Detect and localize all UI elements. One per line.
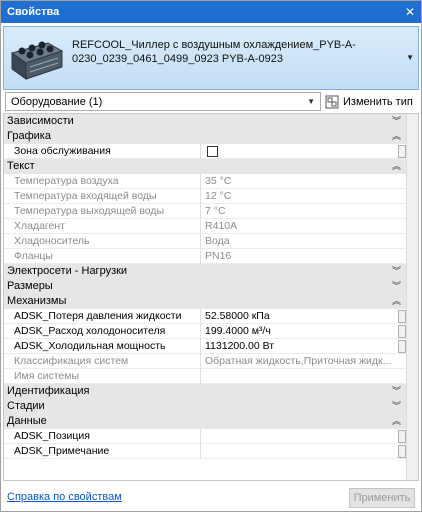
group-text[interactable]: Текст ︽ xyxy=(4,159,406,174)
prop-label: Классификация систем xyxy=(4,354,201,369)
type-selector[interactable]: REFCOOL_Чиллер с воздушным охлаждением_P… xyxy=(3,26,419,90)
prop-value: R410A xyxy=(205,220,238,232)
group-label: Размеры xyxy=(7,280,53,292)
prop-label: ADSK_Расход холодоносителя xyxy=(4,324,201,339)
vertical-scrollbar[interactable] xyxy=(406,114,418,480)
properties-help-link[interactable]: Справка по свойствам xyxy=(7,491,122,503)
group-label: Данные xyxy=(7,415,47,427)
group-label: Идентификация xyxy=(7,385,90,397)
footer: Справка по свойствам Применить xyxy=(1,485,421,511)
prop-value[interactable]: 52.58000 кПа xyxy=(202,309,397,324)
row-tab[interactable] xyxy=(398,145,406,158)
row-tab[interactable] xyxy=(398,310,406,323)
prop-water-out-temp: Температура выходящей воды 7 °C xyxy=(4,204,406,219)
properties-grid: Зависимости ︾ Графика ︽ Зона обслуживани… xyxy=(3,113,419,481)
prop-value: 7 °C xyxy=(205,205,226,217)
chevron-expand-icon: ︾ xyxy=(391,386,401,396)
prop-value xyxy=(202,144,397,159)
group-phasing[interactable]: Стадии ︾ xyxy=(4,399,406,414)
prop-value: Обратная жидкость,Приточная жидк... xyxy=(205,355,392,367)
prop-value: PN16 xyxy=(205,250,232,262)
prop-system-class: Классификация систем Обратная жидкость,П… xyxy=(4,354,406,369)
edit-type-label: Изменить тип xyxy=(343,95,413,108)
chiller-thumbnail-icon xyxy=(10,41,64,80)
prop-label: Температура выходящей воды xyxy=(4,204,201,219)
prop-label: Хладагент xyxy=(4,219,201,234)
instance-filter-value: Оборудование (1) xyxy=(11,95,103,108)
prop-label: Хладоноситель xyxy=(4,234,201,249)
row-tab[interactable] xyxy=(398,430,406,443)
palette-title: Свойства xyxy=(7,6,60,18)
group-data[interactable]: Данные ︽ xyxy=(4,414,406,429)
prop-label: Фланцы xyxy=(4,249,201,264)
service-zone-checkbox[interactable] xyxy=(207,146,218,157)
prop-value xyxy=(202,369,397,384)
prop-label: Температура входящей воды xyxy=(4,189,201,204)
group-label: Механизмы xyxy=(7,295,67,307)
chevron-expand-icon: ︾ xyxy=(391,266,401,276)
instance-filter-select[interactable]: Оборудование (1) ▼ xyxy=(5,92,321,111)
prop-label: Имя системы xyxy=(4,369,201,384)
row-tab[interactable] xyxy=(398,445,406,458)
title-bar: Свойства ✕ xyxy=(1,1,421,23)
prop-value[interactable]: 1131200.00 Вт xyxy=(202,339,397,354)
edit-type-button[interactable]: Изменить тип xyxy=(325,92,419,111)
properties-palette: Свойства ✕ REFCOOL_Чиллер с воздушным ох… xyxy=(0,0,422,512)
prop-coolant: Хладоноситель Вода xyxy=(4,234,406,249)
apply-button[interactable]: Применить xyxy=(349,488,415,508)
prop-value: 12 °C xyxy=(205,190,232,202)
edit-type-icon xyxy=(325,95,339,108)
prop-system-name: Имя системы xyxy=(4,369,406,384)
dropdown-arrow-icon[interactable]: ▼ xyxy=(406,53,414,62)
group-identity[interactable]: Идентификация ︾ xyxy=(4,384,406,399)
chevron-collapse-icon: ︽ xyxy=(391,131,401,141)
prop-refrigerant: Хладагент R410A xyxy=(4,219,406,234)
prop-value: Вода xyxy=(205,235,230,247)
prop-label: Зона обслуживания xyxy=(4,144,201,159)
prop-water-in-temp: Температура входящей воды 12 °C xyxy=(4,189,406,204)
prop-value[interactable] xyxy=(202,444,397,459)
group-label: Графика xyxy=(7,130,51,142)
prop-value: 35 °C xyxy=(205,175,232,187)
prop-service-zone[interactable]: Зона обслуживания xyxy=(4,144,406,159)
prop-flanges: Фланцы PN16 xyxy=(4,249,406,264)
group-graphics[interactable]: Графика ︽ xyxy=(4,129,406,144)
row-tab[interactable] xyxy=(398,325,406,338)
group-label: Зависимости xyxy=(7,115,74,127)
group-label: Электросети - Нагрузки xyxy=(7,265,128,277)
prop-chilled-flow[interactable]: ADSK_Расход холодоносителя 199.4000 м³/ч xyxy=(4,324,406,339)
row-tab[interactable] xyxy=(398,340,406,353)
chevron-down-icon: ▼ xyxy=(307,97,315,106)
chevron-expand-icon: ︾ xyxy=(391,281,401,291)
prop-value[interactable] xyxy=(202,429,397,444)
chevron-expand-icon: ︾ xyxy=(391,116,401,126)
close-icon[interactable]: ✕ xyxy=(399,1,421,23)
prop-cooling-power[interactable]: ADSK_Холодильная мощность 1131200.00 Вт xyxy=(4,339,406,354)
chevron-collapse-icon: ︽ xyxy=(391,416,401,426)
type-name: REFCOOL_Чиллер с воздушным охлаждением_P… xyxy=(72,39,356,65)
prop-label: ADSK_Холодильная мощность xyxy=(4,339,201,354)
prop-label: ADSK_Примечание xyxy=(4,444,201,459)
group-electrical[interactable]: Электросети - Нагрузки ︾ xyxy=(4,264,406,279)
group-dimensions[interactable]: Размеры ︾ xyxy=(4,279,406,294)
chevron-collapse-icon: ︽ xyxy=(391,296,401,306)
group-dependencies[interactable]: Зависимости ︾ xyxy=(4,114,406,129)
prop-label: Температура воздуха xyxy=(4,174,201,189)
prop-note[interactable]: ADSK_Примечание xyxy=(4,444,406,459)
chevron-expand-icon: ︾ xyxy=(391,401,401,411)
prop-air-temp: Температура воздуха 35 °C xyxy=(4,174,406,189)
prop-value[interactable]: 199.4000 м³/ч xyxy=(202,324,397,339)
group-label: Текст xyxy=(7,160,35,172)
prop-pressure-loss[interactable]: ADSK_Потеря давления жидкости 52.58000 к… xyxy=(4,309,406,324)
instance-row: Оборудование (1) ▼ Изменить тип xyxy=(3,92,419,112)
prop-label: ADSK_Потеря давления жидкости xyxy=(4,309,201,324)
group-label: Стадии xyxy=(7,400,45,412)
prop-label: ADSK_Позиция xyxy=(4,429,201,444)
group-mechanical[interactable]: Механизмы ︽ xyxy=(4,294,406,309)
chevron-collapse-icon: ︽ xyxy=(391,161,401,171)
prop-position[interactable]: ADSK_Позиция xyxy=(4,429,406,444)
